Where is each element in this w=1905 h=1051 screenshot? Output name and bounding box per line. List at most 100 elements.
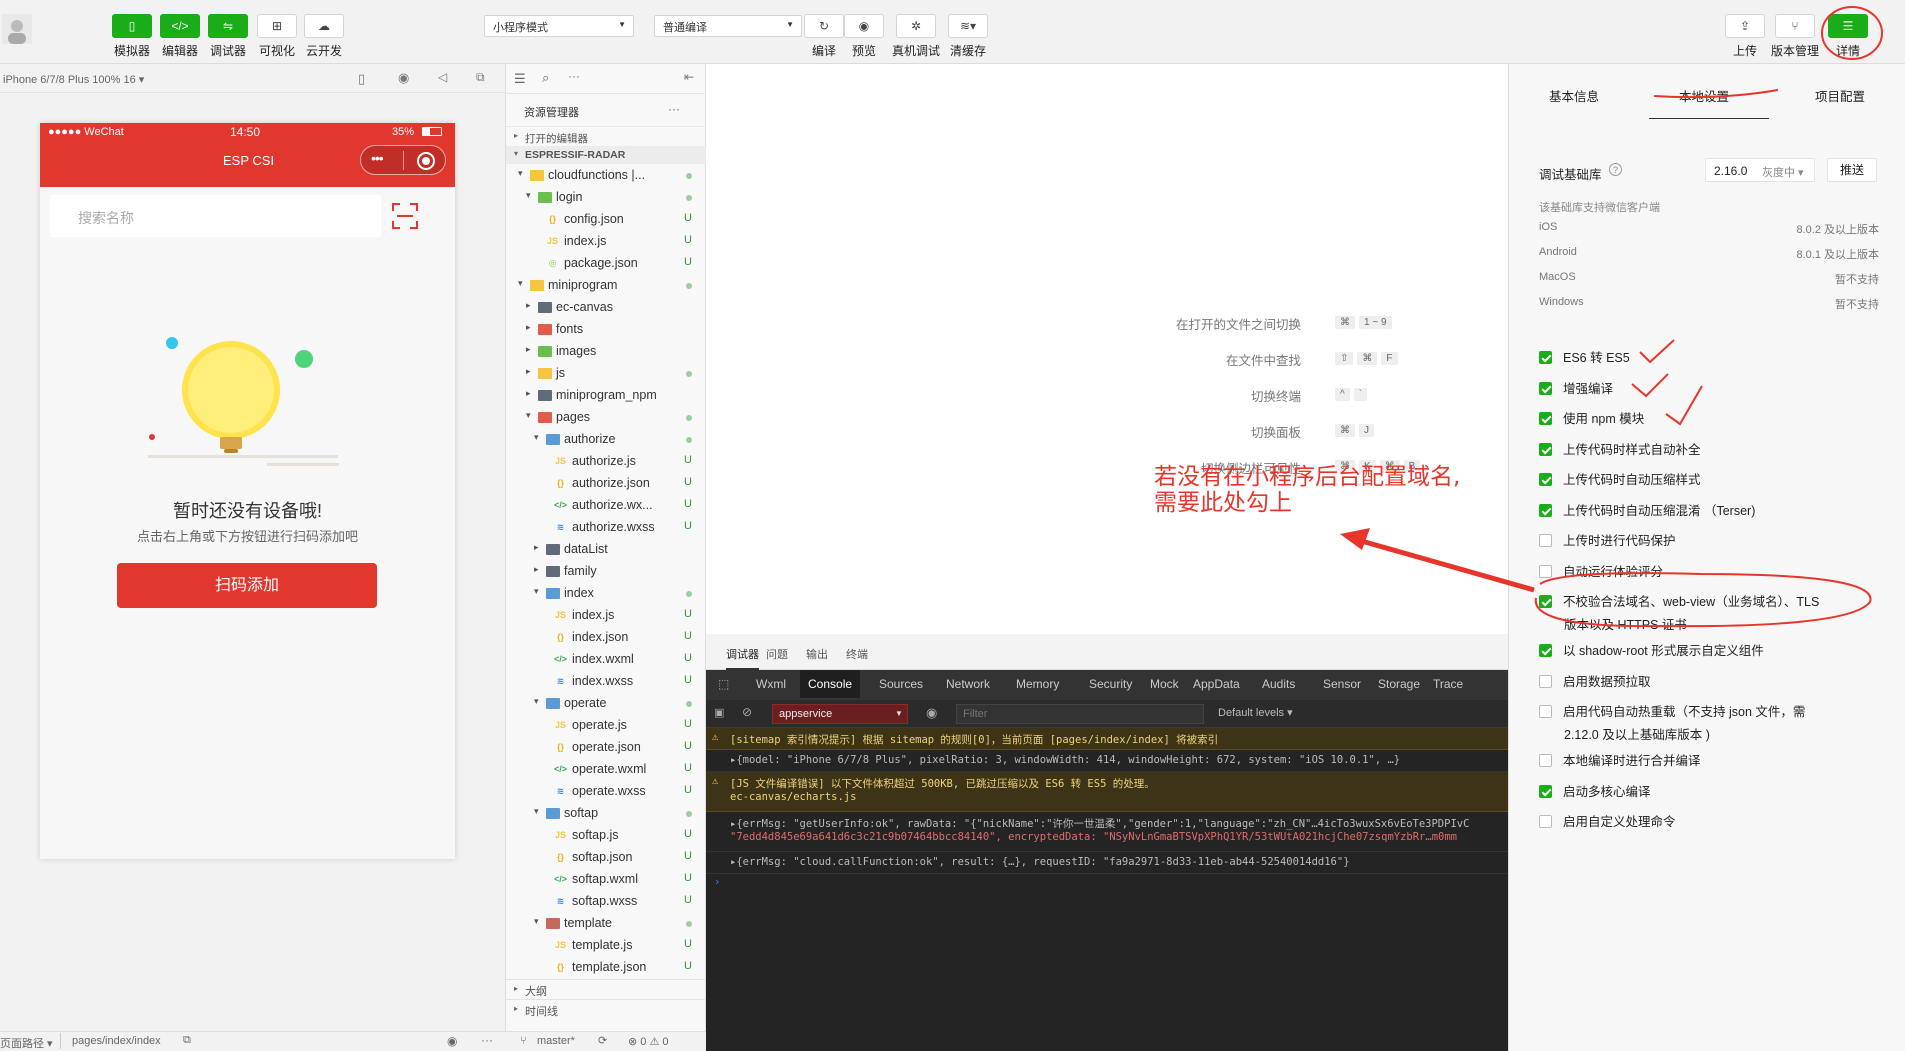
panel-tab-1[interactable]: 问题 <box>766 646 788 662</box>
checkbox-checked[interactable] <box>1539 644 1552 657</box>
devtools-tab-trace[interactable]: Trace <box>1433 677 1463 691</box>
setting-option[interactable]: 启用代码自动热重载（不支持 json 文件，需 2.12.0 及以上基础库版本 ) <box>1539 701 1805 743</box>
push-button[interactable]: 推送 <box>1827 158 1877 182</box>
page-path-label[interactable]: 页面路径 ▾ <box>0 1035 53 1051</box>
setting-option[interactable]: 上传时进行代码保护 <box>1539 530 1676 549</box>
tree-item[interactable]: ▸ miniprogram_npm <box>506 384 706 406</box>
tree-item[interactable]: {} operate.json U <box>506 736 706 758</box>
tree-item[interactable]: </> index.wxml U <box>506 648 706 670</box>
search-icon[interactable]: ⌕ <box>542 70 549 86</box>
context-select[interactable]: appservice ▼ <box>772 704 908 724</box>
compile-select[interactable]: 普通编译 ▼ <box>654 15 802 37</box>
tree-item[interactable]: {} authorize.json U <box>506 472 706 494</box>
toolbar-button-menu[interactable]: ☰ 详情 <box>1828 14 1868 59</box>
devtools-tab-audits[interactable]: Audits <box>1262 677 1295 691</box>
more-icon[interactable]: ••• <box>371 150 384 166</box>
tree-item[interactable]: ▾ operate <box>506 692 706 714</box>
setting-option[interactable]: 自动运行体验评分 <box>1539 561 1663 580</box>
devtools-tab-storage[interactable]: Storage <box>1378 677 1420 691</box>
checkbox-checked[interactable] <box>1539 351 1552 364</box>
setting-option[interactable]: 以 shadow-root 形式展示自定义组件 <box>1539 640 1764 659</box>
setting-option[interactable]: 不校验合法域名、web-view（业务域名）、TLS 版本以及 HTTPS 证书 <box>1539 591 1819 633</box>
tree-item[interactable]: ▾ pages <box>506 406 706 428</box>
setting-option[interactable]: 增强编译 <box>1539 378 1613 397</box>
more-icon[interactable]: ··· <box>668 102 680 116</box>
tree-item[interactable]: </> operate.wxml U <box>506 758 706 780</box>
details-tab-1[interactable]: 本地设置 <box>1679 86 1729 105</box>
checkbox-unchecked[interactable] <box>1539 564 1552 578</box>
setting-option[interactable]: 使用 npm 模块 <box>1539 408 1644 427</box>
tree-item[interactable]: {} index.json U <box>506 626 706 648</box>
tree-item[interactable]: ≋ index.wxss U <box>506 670 706 692</box>
panel-tab-3[interactable]: 终端 <box>846 646 868 662</box>
checkbox-checked[interactable] <box>1539 503 1552 517</box>
devtools-tab-network[interactable]: Network <box>946 677 990 691</box>
device-select[interactable]: iPhone 6/7/8 Plus 100% 16 ▾ <box>3 74 144 86</box>
console-log-entry[interactable]: ▸{model: "iPhone 6/7/8 Plus", pixelRatio… <box>706 750 1508 772</box>
collapse-panel-icon[interactable]: ⇤ <box>684 70 694 84</box>
checkbox-unchecked[interactable] <box>1539 754 1552 767</box>
tree-item[interactable]: JS index.js U <box>506 230 706 252</box>
tree-item[interactable]: JS operate.js U <box>506 714 706 736</box>
scan-add-button[interactable]: 扫码添加 <box>117 563 377 608</box>
tree-item[interactable]: ▾ template <box>506 912 706 934</box>
setting-option[interactable]: 上传代码时自动压缩样式 <box>1539 469 1701 488</box>
toolbar-button-cloud[interactable]: ☁ 云开发 <box>304 14 344 59</box>
sidebar-toggle-icon[interactable]: ▣ <box>714 706 724 719</box>
checkbox-checked[interactable] <box>1539 784 1552 798</box>
devtools-tab-mock[interactable]: Mock <box>1150 677 1179 691</box>
panel-tab-0[interactable]: 调试器 <box>726 646 759 670</box>
console-log-entry[interactable]: ▸{errMsg: "getUserInfo:ok", rawData: "{"… <box>706 812 1508 852</box>
help-icon[interactable]: ? <box>1609 163 1622 176</box>
scan-icon[interactable] <box>392 203 418 229</box>
checkbox-checked[interactable] <box>1539 381 1552 395</box>
tree-item[interactable]: ▾ softap <box>506 802 706 824</box>
checkbox-unchecked[interactable] <box>1539 534 1552 547</box>
clear-icon[interactable]: ⊘ <box>742 705 752 719</box>
details-tab-2[interactable]: 项目配置 <box>1815 86 1865 105</box>
toolbar-button-layers[interactable]: ≋▾ 清缓存 <box>948 14 988 59</box>
checkbox-checked[interactable] <box>1539 442 1552 456</box>
project-section[interactable]: ▾ ESPRESSIF-RADAR <box>506 146 706 164</box>
checkbox-unchecked[interactable] <box>1539 705 1552 718</box>
tree-item[interactable]: ▾ miniprogram <box>506 274 706 296</box>
panel-tab-2[interactable]: 输出 <box>806 646 828 662</box>
tree-item[interactable]: ▸ fonts <box>506 318 706 340</box>
setting-option[interactable]: 上传代码时样式自动补全 <box>1539 439 1701 458</box>
setting-option[interactable]: ES6 转 ES5 <box>1539 347 1630 366</box>
capsule-menu[interactable]: ••• <box>360 145 446 175</box>
sync-icon[interactable]: ⟳ <box>598 1034 607 1047</box>
tree-item[interactable]: ▾ cloudfunctions |... <box>506 164 706 186</box>
setting-option[interactable]: 上传代码时自动压缩混淆 （Terser) <box>1539 500 1755 519</box>
more-icon[interactable]: ··· <box>568 69 580 83</box>
tree-item[interactable]: </> softap.wxml U <box>506 868 706 890</box>
inspect-icon[interactable]: ⬚ <box>718 677 729 691</box>
checkbox-checked[interactable] <box>1539 595 1552 608</box>
tree-item[interactable]: ▸ js <box>506 362 706 384</box>
console-prompt[interactable]: › <box>714 876 1516 888</box>
devtools-tab-sensor[interactable]: Sensor <box>1323 677 1361 691</box>
console-filter-input[interactable]: Filter <box>956 704 1204 724</box>
popout-icon[interactable]: ⧉ <box>476 70 485 85</box>
timeline-section[interactable]: ▸ 时间线 <box>506 999 706 1019</box>
details-tab-0[interactable]: 基本信息 <box>1549 86 1599 105</box>
avatar[interactable] <box>2 14 32 44</box>
tree-item[interactable]: {} softap.json U <box>506 846 706 868</box>
tree-item[interactable]: ≋ operate.wxss U <box>506 780 706 802</box>
tree-item[interactable]: ▸ family <box>506 560 706 582</box>
tree-item[interactable]: ▾ index <box>506 582 706 604</box>
devtools-tab-sources[interactable]: Sources <box>879 677 923 691</box>
setting-option[interactable]: 启用自定义处理命令 <box>1539 811 1676 830</box>
checkbox-unchecked[interactable] <box>1539 674 1552 688</box>
devtools-tab-security[interactable]: Security <box>1089 677 1132 691</box>
problems-count[interactable]: ⊗ 0 ⚠ 0 <box>628 1035 668 1048</box>
tree-item[interactable]: ▾ login <box>506 186 706 208</box>
checkbox-checked[interactable] <box>1539 412 1552 425</box>
eye-icon[interactable]: ◉ <box>447 1034 457 1048</box>
mode-select[interactable]: 小程序模式 ▼ <box>484 15 634 37</box>
record-icon[interactable]: ◉ <box>398 70 409 86</box>
tree-item[interactable]: {} template.json U <box>506 956 706 978</box>
tree-item[interactable]: JS authorize.js U <box>506 450 706 472</box>
more-icon[interactable]: ··· <box>481 1033 493 1047</box>
tree-item[interactable]: ▸ dataList <box>506 538 706 560</box>
